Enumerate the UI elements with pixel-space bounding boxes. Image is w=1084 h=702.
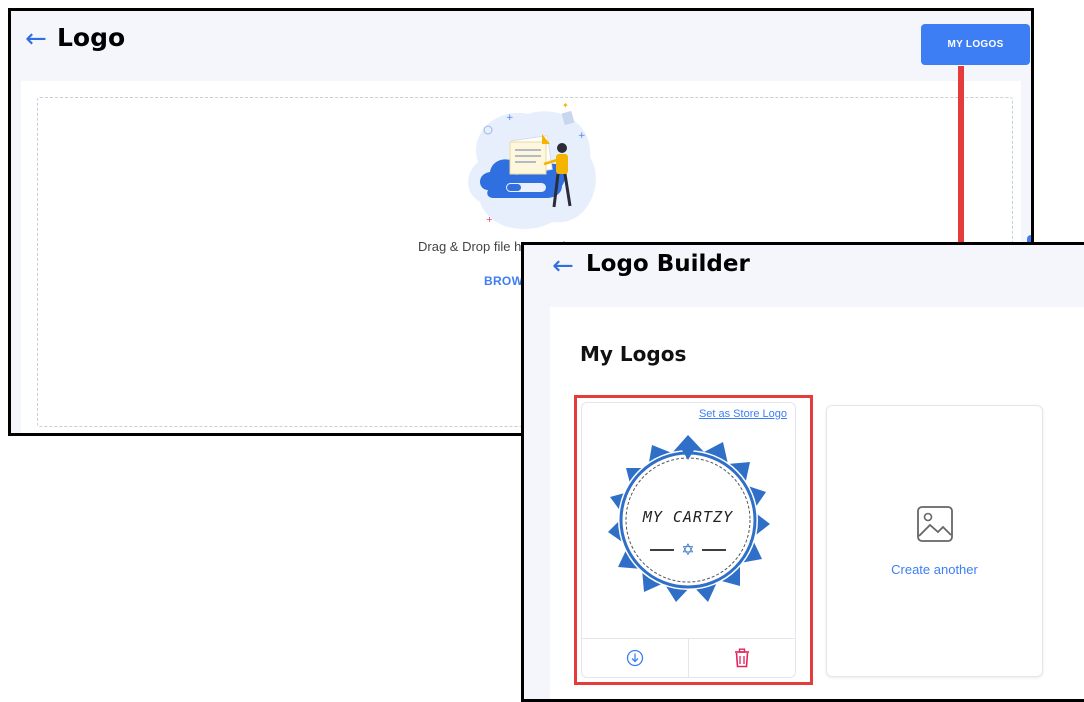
- builder-title: Logo Builder: [586, 251, 750, 277]
- back-arrow-icon[interactable]: ←: [25, 26, 47, 52]
- svg-text:+: +: [486, 215, 493, 224]
- section-title: My Logos: [580, 342, 687, 366]
- my-logos-button[interactable]: MY LOGOS: [921, 24, 1030, 65]
- create-another-card[interactable]: Create another: [826, 405, 1043, 677]
- back-arrow-icon[interactable]: ←: [552, 253, 574, 279]
- highlight-frame: [574, 395, 813, 685]
- create-another-label: Create another: [891, 562, 978, 577]
- page-title: Logo: [57, 23, 126, 52]
- svg-text:+: +: [578, 131, 586, 141]
- logo-builder-window: ← Logo Builder My Logos Set as Store Log…: [521, 242, 1084, 702]
- svg-text:+: +: [506, 113, 514, 123]
- builder-content: My Logos Set as Store Logo ✡ MY CARTZY C…: [550, 307, 1084, 699]
- upload-cloud-illustration: + + ✦ +: [468, 102, 596, 230]
- image-icon: [917, 506, 953, 542]
- browse-button[interactable]: BROW: [484, 274, 523, 288]
- svg-text:✦: ✦: [562, 102, 569, 110]
